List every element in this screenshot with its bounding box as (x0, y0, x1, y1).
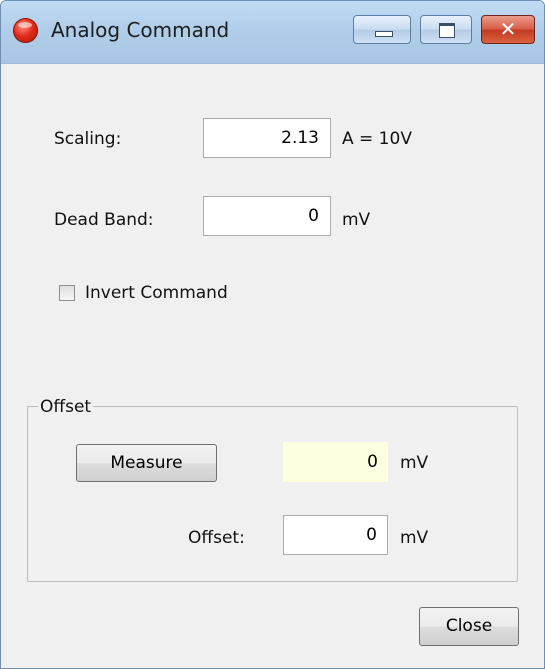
invert-command-checkbox[interactable] (59, 285, 75, 301)
analog-command-window: Analog Command ✕ Scaling: 2.13 A = 10V D… (0, 0, 545, 669)
maximize-button[interactable] (420, 15, 472, 44)
close-icon: ✕ (499, 17, 517, 41)
offset-input[interactable]: 0 (283, 515, 388, 555)
close-window-button[interactable]: ✕ (481, 15, 535, 44)
dead-band-label: Dead Band: (54, 210, 154, 230)
dead-band-input[interactable]: 0 (203, 196, 331, 236)
invert-command-label[interactable]: Invert Command (85, 283, 228, 303)
measured-offset-value: 0 (283, 442, 388, 482)
dead-band-unit: mV (342, 210, 371, 230)
measured-offset-unit: mV (400, 453, 429, 473)
app-icon (13, 18, 38, 43)
minimize-button[interactable] (353, 15, 411, 44)
offset-group-legend: Offset (38, 397, 94, 417)
offset-label: Offset: (188, 528, 245, 548)
window-title: Analog Command (51, 18, 230, 42)
scaling-label: Scaling: (54, 129, 122, 149)
offset-groupbox (27, 406, 518, 582)
offset-unit: mV (400, 528, 429, 548)
scaling-unit: A = 10V (342, 129, 412, 149)
scaling-input[interactable]: 2.13 (203, 118, 331, 158)
title-bar[interactable]: Analog Command ✕ (1, 1, 544, 64)
close-button[interactable]: Close (419, 607, 519, 646)
measure-button[interactable]: Measure (76, 444, 217, 482)
minimize-icon (375, 31, 393, 37)
maximize-icon (439, 23, 455, 38)
